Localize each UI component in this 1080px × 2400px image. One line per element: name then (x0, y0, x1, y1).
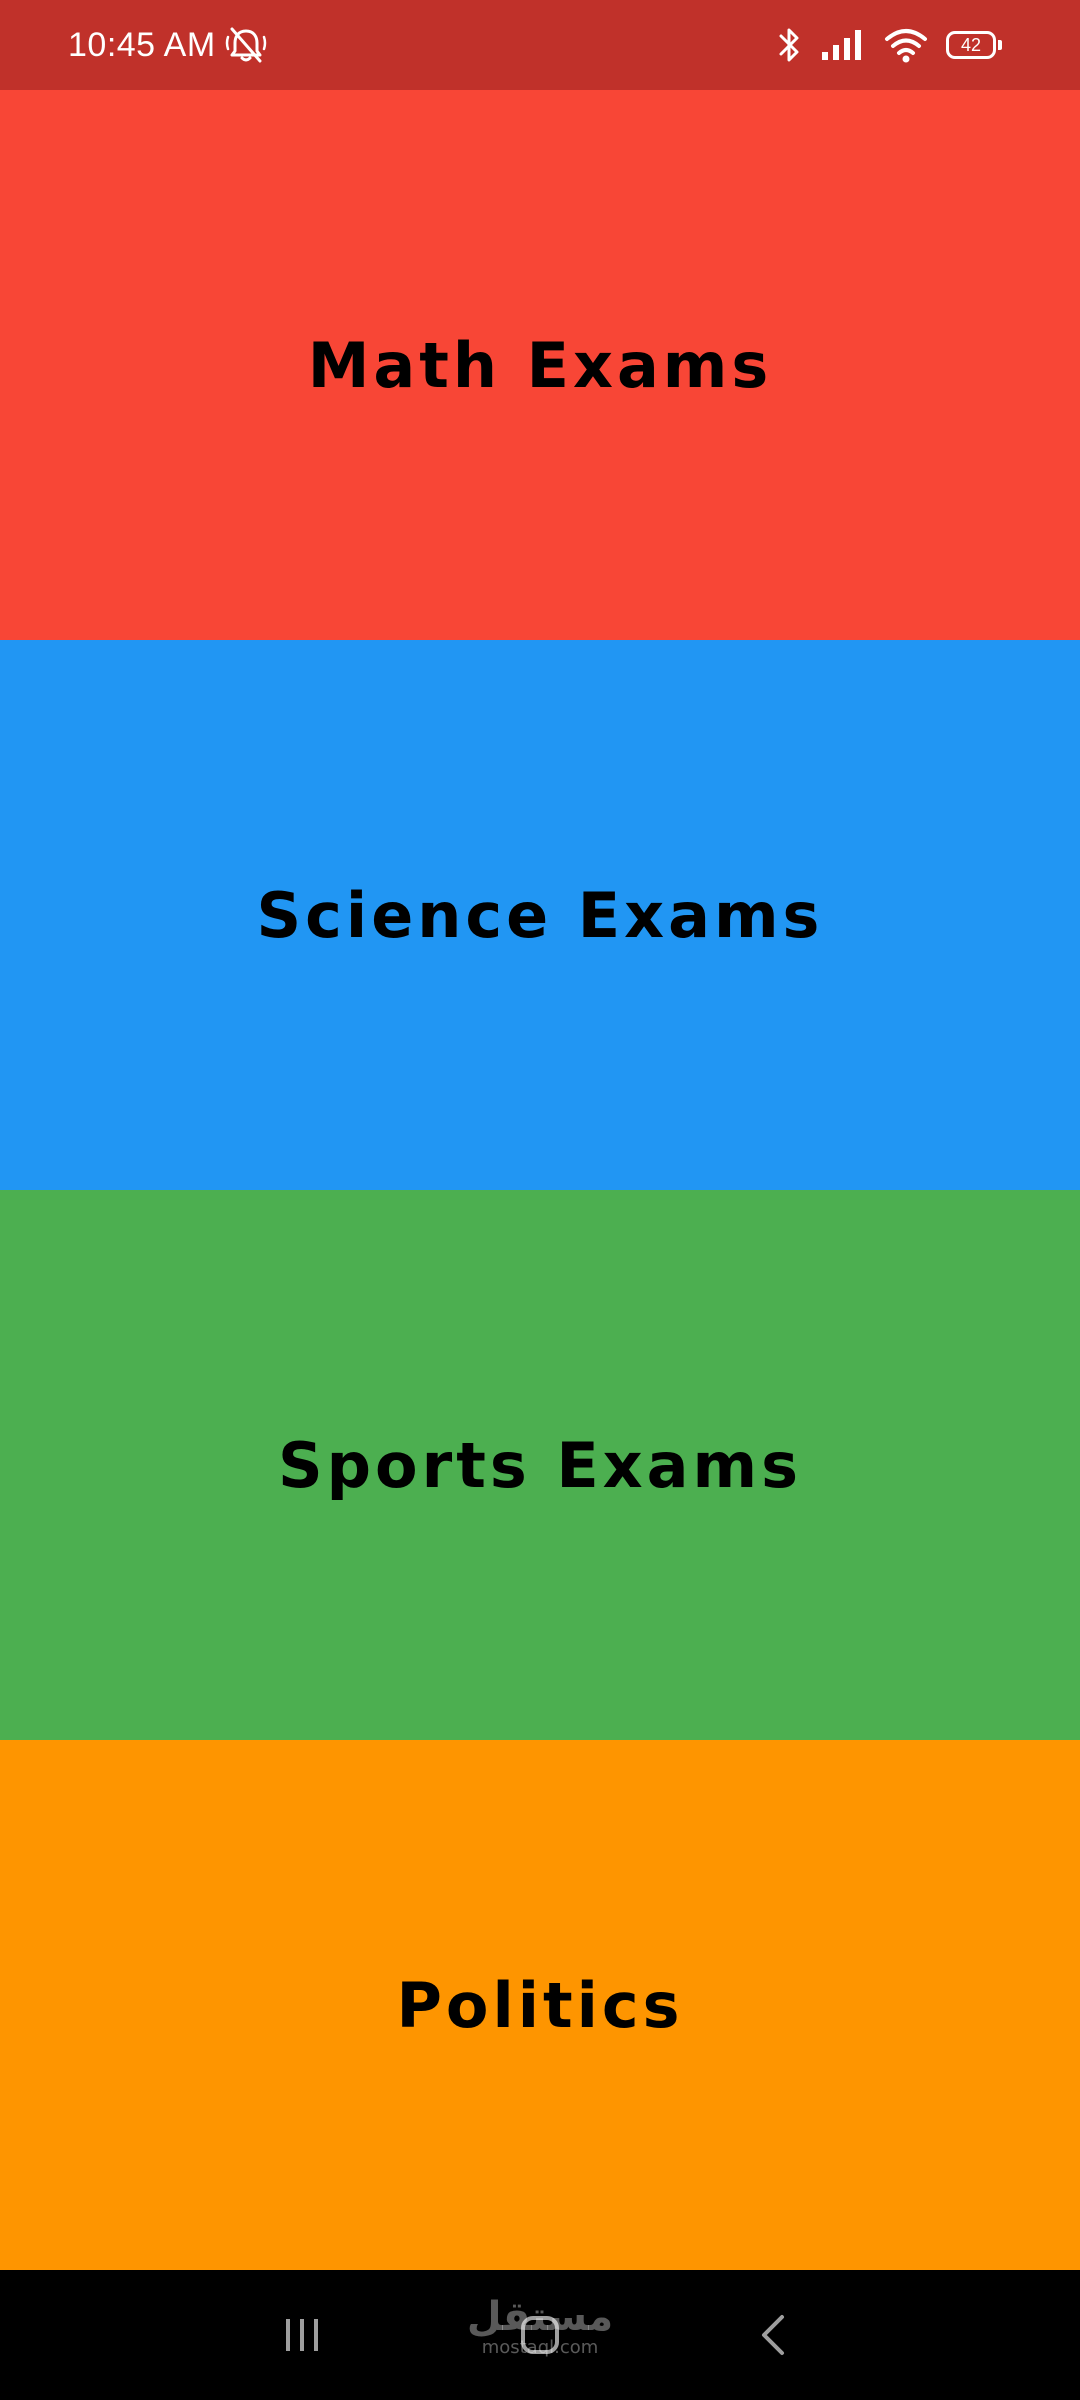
navigation-bar (0, 2270, 1080, 2400)
politics-tile[interactable]: Politics (0, 1740, 1080, 2270)
battery-icon: 42 (946, 31, 1002, 59)
recents-button[interactable] (242, 2270, 362, 2400)
battery-level: 42 (960, 35, 982, 55)
home-icon (518, 2313, 562, 2357)
screen: 10:45 AM 42 Math Exams Science Exams Spo… (0, 0, 1080, 2400)
science-exams-tile[interactable]: Science Exams (0, 640, 1080, 1190)
wifi-icon (884, 27, 928, 63)
back-button[interactable] (714, 2270, 834, 2400)
home-button[interactable] (480, 2270, 600, 2400)
math-exams-tile[interactable]: Math Exams (0, 90, 1080, 640)
science-exams-label: Science Exams (256, 878, 824, 952)
back-icon (754, 2313, 794, 2357)
status-time: 10:45 AM (68, 25, 216, 64)
battery-body: 42 (946, 31, 996, 59)
politics-label: Politics (396, 1968, 684, 2042)
bluetooth-icon (776, 25, 802, 65)
battery-tip (998, 40, 1002, 50)
category-list: Math Exams Science Exams Sports Exams Po… (0, 90, 1080, 2270)
cell-signal-icon (820, 28, 866, 62)
alarm-off-icon (224, 25, 268, 65)
sports-exams-tile[interactable]: Sports Exams (0, 1190, 1080, 1740)
math-exams-label: Math Exams (307, 328, 773, 402)
status-left: 10:45 AM (68, 0, 268, 90)
recents-icon (280, 2315, 324, 2355)
sports-exams-label: Sports Exams (277, 1428, 803, 1502)
status-right: 42 (776, 0, 1002, 90)
status-bar: 10:45 AM 42 (0, 0, 1080, 90)
